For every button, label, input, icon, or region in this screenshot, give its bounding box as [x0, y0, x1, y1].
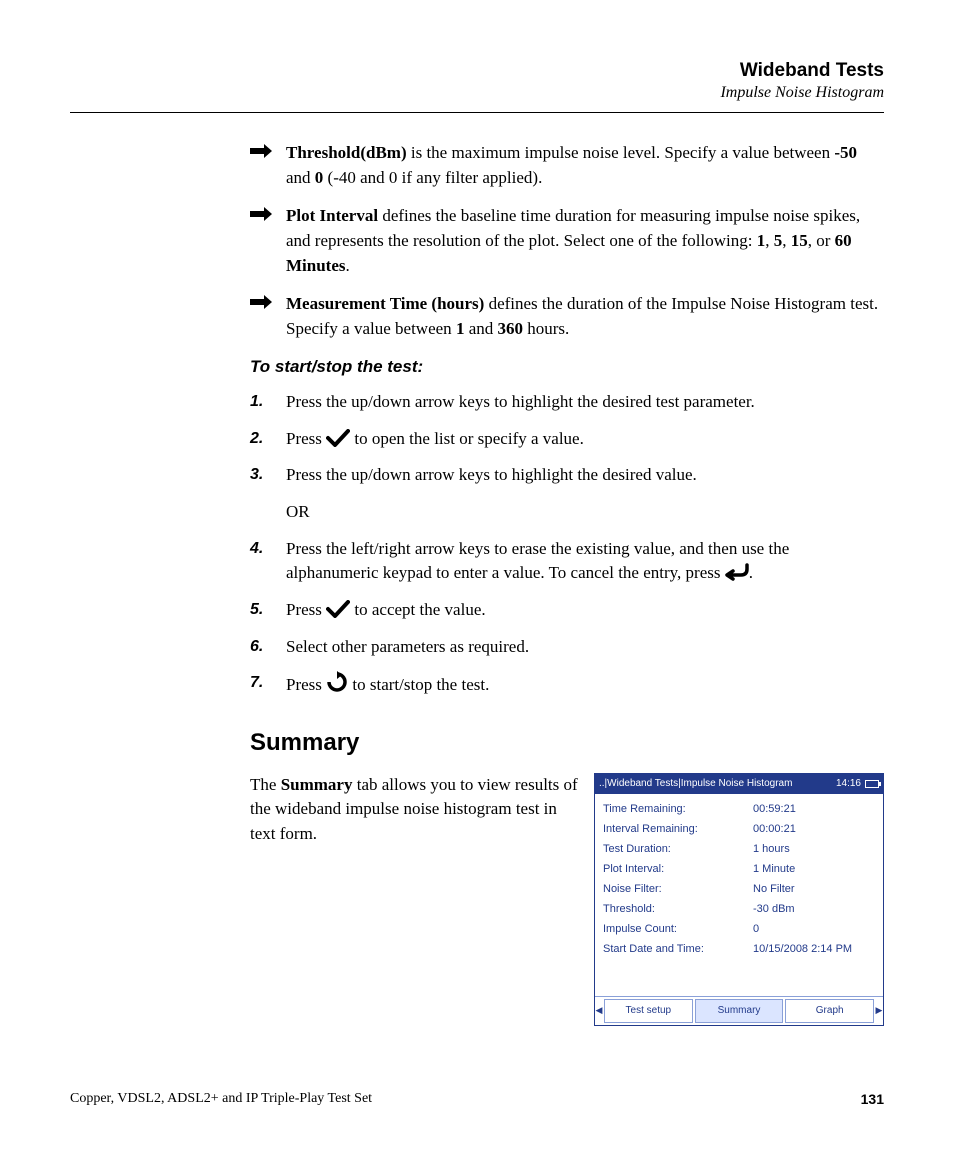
- device-val: 10/15/2008 2:14 PM: [753, 942, 875, 958]
- bullet-text: ,: [765, 231, 774, 250]
- device-row: Time Remaining:00:59:21: [603, 800, 875, 820]
- device-clock: 14:16: [836, 777, 861, 792]
- bullet-text: ,: [782, 231, 791, 250]
- step-text: to start/stop the test.: [348, 675, 489, 694]
- step-7: Press to start/stop the test.: [250, 671, 884, 698]
- bullet-threshold: Threshold(dBm) is the maximum impulse no…: [250, 141, 884, 190]
- page-footer: Copper, VDSL2, ADSL2+ and IP Triple-Play…: [70, 1091, 884, 1107]
- bullet-text: (-40 and 0 if any filter applied).: [323, 168, 542, 187]
- device-key: Test Duration:: [603, 842, 753, 858]
- bullet-text: is the maximum impulse noise level. Spec…: [407, 143, 835, 162]
- step-text: Press the left/right arrow keys to erase…: [286, 539, 789, 583]
- device-tab-graph[interactable]: Graph: [785, 999, 874, 1024]
- step-2: Press to open the list or specify a valu…: [250, 427, 884, 452]
- device-val: 00:00:21: [753, 822, 875, 838]
- bullet-measurement-time: Measurement Time (hours) defines the dur…: [250, 292, 884, 341]
- footer-left: Copper, VDSL2, ADSL2+ and IP Triple-Play…: [70, 1091, 372, 1107]
- device-body: Time Remaining:00:59:21 Interval Remaini…: [595, 794, 883, 996]
- page-header: Wideband Tests Impulse Noise Histogram: [70, 60, 884, 102]
- step-5: Press to accept the value.: [250, 598, 884, 623]
- step-text: Press the up/down arrow keys to highligh…: [286, 465, 697, 484]
- caret-right-icon: ▶: [875, 997, 883, 1026]
- device-key: Plot Interval:: [603, 862, 753, 878]
- step-text: Press: [286, 600, 326, 619]
- bullet-value: 1: [757, 231, 766, 250]
- device-val: 0: [753, 922, 875, 938]
- arrow-right-icon: [250, 207, 272, 221]
- caret-left-icon: ◀: [595, 997, 603, 1026]
- bullet-lead: Measurement Time (hours): [286, 294, 484, 313]
- bullet-text: hours.: [523, 319, 569, 338]
- step-3: Press the up/down arrow keys to highligh…: [250, 463, 884, 524]
- device-row: Interval Remaining:00:00:21: [603, 820, 875, 840]
- arrow-right-icon: [250, 144, 272, 158]
- device-row: Impulse Count:0: [603, 920, 875, 940]
- step-text: Press: [286, 675, 326, 694]
- bullet-lead: Threshold(dBm): [286, 143, 407, 162]
- bullet-text: , or: [808, 231, 835, 250]
- step-or: OR: [286, 500, 884, 525]
- device-key: Threshold:: [603, 902, 753, 918]
- para-bold: Summary: [281, 775, 353, 794]
- step-text: Press the up/down arrow keys to highligh…: [286, 392, 755, 411]
- device-row: Noise Filter:No Filter: [603, 880, 875, 900]
- device-row: Plot Interval:1 Minute: [603, 860, 875, 880]
- header-rule: [70, 112, 884, 113]
- device-key: Start Date and Time:: [603, 942, 753, 958]
- step-text: to accept the value.: [350, 600, 485, 619]
- back-arrow-icon: [725, 563, 749, 581]
- summary-paragraph: The Summary tab allows you to view resul…: [250, 773, 578, 847]
- device-row: Start Date and Time:10/15/2008 2:14 PM: [603, 940, 875, 960]
- para-text: The: [250, 775, 281, 794]
- step-text: .: [749, 563, 753, 582]
- device-key: Interval Remaining:: [603, 822, 753, 838]
- device-title-path: ..|Wideband Tests|Impulse Noise Histogra…: [599, 777, 792, 792]
- device-tab-summary[interactable]: Summary: [695, 999, 784, 1024]
- device-val: 00:59:21: [753, 802, 875, 818]
- step-4: Press the left/right arrow keys to erase…: [250, 537, 884, 586]
- arrow-right-icon: [250, 295, 272, 309]
- device-val: -30 dBm: [753, 902, 875, 918]
- step-1: Press the up/down arrow keys to highligh…: [250, 390, 884, 415]
- bullet-value: 5: [774, 231, 783, 250]
- bullet-text: and: [286, 168, 315, 187]
- device-screenshot: ..|Wideband Tests|Impulse Noise Histogra…: [594, 773, 884, 1027]
- footer-page-number: 131: [861, 1091, 884, 1107]
- steps-heading: To start/stop the test:: [250, 355, 884, 380]
- device-titlebar: ..|Wideband Tests|Impulse Noise Histogra…: [595, 774, 883, 795]
- steps-list: Press the up/down arrow keys to highligh…: [250, 390, 884, 698]
- device-val: 1 hours: [753, 842, 875, 858]
- bullet-plot-interval: Plot Interval defines the baseline time …: [250, 204, 884, 278]
- bullet-value: 360: [497, 319, 523, 338]
- device-key: Time Remaining:: [603, 802, 753, 818]
- step-text: Press: [286, 429, 326, 448]
- device-key: Noise Filter:: [603, 882, 753, 898]
- device-tabs: ◀ Test setup Summary Graph ▶: [595, 996, 883, 1026]
- device-row: Threshold:-30 dBm: [603, 900, 875, 920]
- battery-icon: [865, 780, 879, 788]
- section-heading-summary: Summary: [250, 726, 884, 761]
- bullet-text: .: [346, 256, 350, 275]
- header-subtitle: Impulse Noise Histogram: [70, 84, 884, 102]
- check-icon: [326, 429, 350, 447]
- bullet-value: 15: [791, 231, 808, 250]
- device-tab-setup[interactable]: Test setup: [604, 999, 693, 1024]
- step-text: Select other parameters as required.: [286, 637, 529, 656]
- check-icon: [326, 600, 350, 618]
- step-6: Select other parameters as required.: [250, 635, 884, 660]
- device-key: Impulse Count:: [603, 922, 753, 938]
- bullet-lead: Plot Interval: [286, 206, 378, 225]
- device-val: No Filter: [753, 882, 875, 898]
- device-val: 1 Minute: [753, 862, 875, 878]
- refresh-icon: [326, 671, 348, 693]
- step-text: to open the list or specify a value.: [350, 429, 584, 448]
- bullet-text: and: [464, 319, 497, 338]
- header-title: Wideband Tests: [70, 60, 884, 82]
- device-row: Test Duration:1 hours: [603, 840, 875, 860]
- bullet-value: -50: [834, 143, 857, 162]
